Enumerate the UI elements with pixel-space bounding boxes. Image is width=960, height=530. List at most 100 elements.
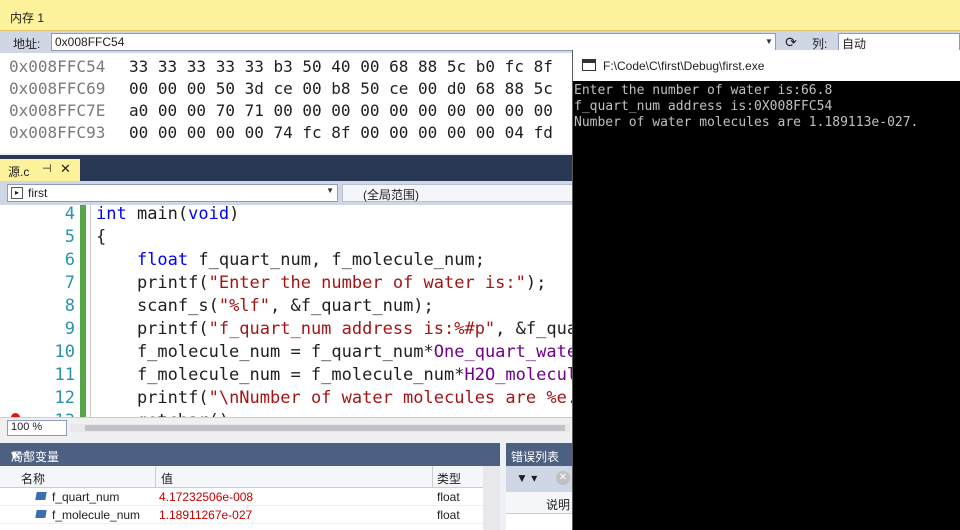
memory-bytes[interactable]: 00 00 00 00 00 74 fc 8f 00 00 00 00 00 0… — [129, 123, 553, 142]
locals-titlebar: 局部变量 ▾ ⊣ ✕ — [0, 443, 500, 466]
code-text[interactable]: printf("Enter the number of water is:"); — [96, 273, 546, 293]
console-window[interactable]: F:\Code\C\first\Debug\first.exe Enter th… — [572, 50, 960, 530]
code-token: f_molecule_num = f_molecule_num* — [96, 365, 465, 385]
code-token: printf( — [96, 319, 209, 339]
editor-tabstrip: 源.c ⊣ ✕ — [0, 155, 572, 181]
code-line[interactable]: 7 printf("Enter the number of water is:"… — [0, 273, 572, 296]
line-number: 6 — [64, 250, 75, 270]
code-token: "\nNumber of water molecules are %e.\ — [208, 388, 572, 408]
code-token: One_quart_water — [433, 342, 572, 362]
project-icon: ▸ — [11, 187, 23, 199]
console-line: f_quart_num address is:0X008FFC54 — [574, 99, 833, 114]
memory-address: 0x008FFC93 — [9, 123, 106, 142]
code-text[interactable]: f_molecule_num = f_molecule_num*H2O_mole… — [96, 365, 572, 385]
horizontal-scrollbar[interactable] — [70, 424, 570, 432]
columns-select[interactable]: 自动 — [838, 33, 960, 51]
code-text[interactable]: scanf_s("%lf", &f_quart_num); — [96, 296, 434, 316]
tab-label: 源.c — [8, 165, 30, 179]
scrollbar-thumb[interactable] — [85, 425, 565, 431]
code-token: , &f_quar — [495, 319, 572, 339]
code-token: "f_quart_num address is:%#p" — [208, 319, 496, 339]
memory-window-title: 内存 1 — [10, 11, 45, 25]
column-divider[interactable] — [432, 466, 433, 488]
table-row[interactable]: f_molecule_num 1.18911267e-027 float — [0, 506, 500, 524]
memory-address: 0x008FFC7E — [9, 101, 106, 120]
code-token: f_quart_num, f_molecule_num; — [188, 250, 485, 270]
address-label: 地址: — [13, 37, 41, 51]
console-title: F:\Code\C\first\Debug\first.exe — [603, 59, 765, 73]
memory-bytes[interactable]: 00 00 00 50 3d ce 00 b8 50 ce 00 d0 68 8… — [129, 79, 553, 98]
project-scope-select[interactable]: ▸ first ▼ — [7, 184, 338, 202]
line-number: 9 — [64, 319, 75, 339]
console-titlebar[interactable]: F:\Code\C\first\Debug\first.exe — [573, 50, 960, 81]
column-type[interactable]: 类型 — [437, 470, 461, 487]
column-divider[interactable] — [155, 466, 156, 488]
code-text[interactable]: printf("\nNumber of water molecules are … — [96, 388, 572, 408]
variable-name: f_quart_num — [52, 490, 120, 504]
code-token: printf( — [96, 273, 209, 293]
console-output: Enter the number of water is:66.8 f_quart… — [574, 83, 959, 131]
code-text[interactable]: float f_quart_num, f_molecule_num; — [96, 250, 485, 270]
locals-window: 局部变量 ▾ ⊣ ✕ 名称 值 类型 f_quart_num 4.1723250… — [0, 443, 500, 530]
locals-column-header: 名称 值 类型 — [0, 466, 500, 488]
code-token: f_molecule_num = f_quart_num* — [96, 342, 434, 362]
close-icon[interactable]: ✕ — [60, 161, 71, 177]
variable-icon — [35, 492, 47, 500]
console-line: Enter the number of water is:66.8 — [574, 83, 833, 98]
chevron-down-icon[interactable]: ▼ — [763, 34, 775, 50]
code-text[interactable]: int main(void) — [96, 205, 239, 224]
code-line[interactable]: 12 printf("\nNumber of water molecules a… — [0, 388, 572, 411]
code-line[interactable]: 9 printf("f_quart_num address is:%#p", &… — [0, 319, 572, 342]
memory-bytes[interactable]: 33 33 33 33 33 b3 50 40 00 68 88 5c b0 f… — [129, 57, 553, 76]
variable-name: f_molecule_num — [52, 508, 141, 522]
tab-source-file[interactable]: 源.c ⊣ ✕ — [0, 159, 80, 181]
code-line[interactable]: 5{ — [0, 227, 572, 250]
code-token: "Enter the number of water is:" — [208, 273, 526, 293]
code-line[interactable]: 8 scanf_s("%lf", &f_quart_num); — [0, 296, 572, 319]
editor-statusbar: 100 % — [0, 417, 572, 437]
column-value[interactable]: 值 — [161, 470, 173, 487]
code-editor[interactable]: 4 int main(void) 5{6 float f_quart_num, f_… — [0, 205, 572, 417]
code-token: ) — [229, 205, 240, 224]
line-number: 10 — [54, 342, 75, 362]
chevron-down-icon[interactable]: ▼ — [326, 186, 334, 195]
column-name[interactable]: 名称 — [21, 470, 45, 487]
vertical-scrollbar[interactable] — [483, 466, 500, 530]
memory-address: 0x008FFC54 — [9, 57, 106, 76]
code-token: ); — [525, 273, 547, 293]
memory-bytes[interactable]: a0 00 00 70 71 00 00 00 00 00 00 00 00 0… — [129, 101, 553, 120]
variable-type: float — [437, 490, 460, 504]
code-token: "%lf" — [218, 296, 271, 316]
code-line[interactable]: 11 f_molecule_num = f_molecule_num*H2O_m… — [0, 365, 572, 388]
variable-value[interactable]: 1.18911267e-027 — [159, 508, 252, 522]
table-row[interactable]: f_quart_num 4.17232506e-008 float — [0, 488, 500, 506]
column-description[interactable]: 说明 — [546, 496, 570, 513]
close-icon[interactable]: ✕ — [11, 448, 22, 464]
line-number: 7 — [64, 273, 75, 293]
error-icon[interactable]: ✕ — [556, 471, 570, 485]
console-line: Number of water molecules are 1.189113e-… — [574, 115, 919, 130]
address-input[interactable]: 0x008FFC54 — [51, 33, 776, 51]
member-scope-select[interactable]: (全局范围) — [342, 184, 582, 202]
code-text[interactable]: { — [96, 227, 106, 247]
memory-address: 0x008FFC69 — [9, 79, 106, 98]
variable-value[interactable]: 4.17232506e-008 — [159, 490, 253, 504]
line-number: 12 — [54, 388, 75, 408]
zoom-select[interactable]: 100 % — [7, 420, 67, 436]
code-token: , &f_quart_num); — [270, 296, 434, 316]
code-line[interactable]: 4 int main(void) — [0, 205, 572, 227]
code-text[interactable]: f_molecule_num = f_quart_num*One_quart_w… — [96, 342, 572, 362]
code-line[interactable]: 6 float f_quart_num, f_molecule_num; — [0, 250, 572, 273]
code-token: scanf_s( — [96, 296, 219, 316]
filter-icon[interactable]: ▼ ▾ — [516, 471, 537, 485]
refresh-icon[interactable]: ⟳ — [782, 33, 800, 51]
error-list-window: 错误列表 ▼ ▾ ✕ 说明 — [506, 443, 576, 530]
code-line[interactable]: 10 f_molecule_num = f_quart_num*One_quar… — [0, 342, 572, 365]
code-token: printf( — [96, 388, 209, 408]
pin-icon[interactable]: ⊣ — [42, 162, 52, 175]
variable-type: float — [437, 508, 460, 522]
code-text[interactable]: printf("f_quart_num address is:%#p", &f_… — [96, 319, 572, 339]
line-number: 5 — [64, 227, 75, 247]
memory-dump[interactable]: 0x008FFC54 33 33 33 33 33 b3 50 40 00 68 … — [0, 53, 572, 153]
